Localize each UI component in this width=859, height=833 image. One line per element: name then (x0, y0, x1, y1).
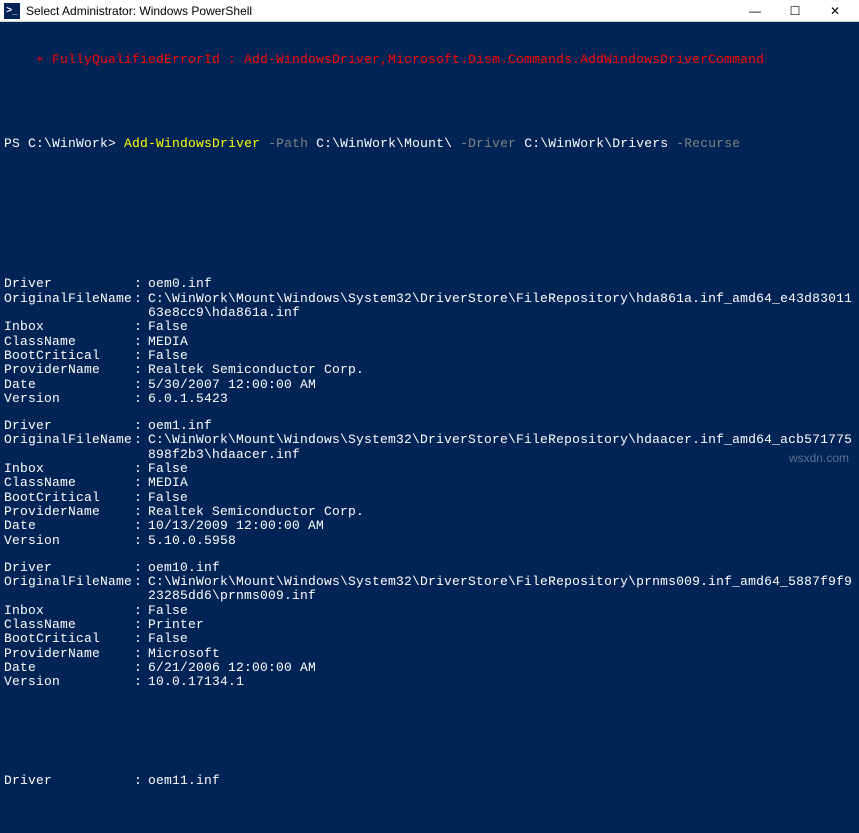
field-providername: ProviderName:Microsoft (4, 647, 855, 661)
field-key: ProviderName (4, 647, 134, 661)
field-val: False (148, 632, 855, 646)
field-val: 10/13/2009 12:00:00 AM (148, 519, 855, 533)
maximize-button[interactable]: ☐ (775, 1, 815, 21)
field-val: C:\WinWork\Mount\Windows\System32\Driver… (148, 433, 855, 462)
field-date: Date:6/21/2006 12:00:00 AM (4, 661, 855, 675)
field-val: 6.0.1.5423 (148, 392, 855, 406)
field-key: ClassName (4, 335, 134, 349)
field-key: Date (4, 661, 134, 675)
field-val: False (148, 349, 855, 363)
field-driver: Driver:oem10.inf (4, 561, 855, 575)
field-val: 10.0.17134.1 (148, 675, 855, 689)
field-key: Version (4, 534, 134, 548)
field-val: oem10.inf (148, 561, 855, 575)
field-key: Driver (4, 277, 134, 291)
field-version: Version:10.0.17134.1 (4, 675, 855, 689)
field-val: oem1.inf (148, 419, 855, 433)
field-val: oem11.inf (148, 774, 855, 788)
field-val: Printer (148, 618, 855, 632)
field-val: 5/30/2007 12:00:00 AM (148, 378, 855, 392)
param-flag-path: -Path (268, 136, 308, 151)
param-val-driver: C:\WinWork\Drivers (524, 136, 668, 151)
field-val: MEDIA (148, 476, 855, 490)
window-titlebar: >_ Select Administrator: Windows PowerSh… (0, 0, 859, 22)
field-originalfilename: OriginalFileName:C:\WinWork\Mount\Window… (4, 292, 855, 321)
driver-block: Driver:oem10.infOriginalFileName:C:\WinW… (4, 561, 855, 690)
field-inbox: Inbox:False (4, 462, 855, 476)
field-key: BootCritical (4, 632, 134, 646)
field-inbox: Inbox:False (4, 604, 855, 618)
prompt-path: PS C:\WinWork> (4, 136, 116, 151)
field-originalfilename: OriginalFileName:C:\WinWork\Mount\Window… (4, 433, 855, 462)
watermark-text: wsxdn.com (789, 451, 849, 465)
field-val: C:\WinWork\Mount\Windows\System32\Driver… (148, 292, 855, 321)
field-val: oem0.inf (148, 277, 855, 291)
field-bootcritical: BootCritical:False (4, 349, 855, 363)
field-key: OriginalFileName (4, 575, 134, 604)
field-val: 6/21/2006 12:00:00 AM (148, 661, 855, 675)
field-val: False (148, 604, 855, 618)
field-driver: Driver:oem0.inf (4, 277, 855, 291)
param-flag-driver: -Driver (460, 136, 516, 151)
window-controls: — ☐ ✕ (735, 1, 855, 21)
field-key: ClassName (4, 618, 134, 632)
field-key: Inbox (4, 604, 134, 618)
field-providername: ProviderName:Realtek Semiconductor Corp. (4, 505, 855, 519)
field-version: Version:5.10.0.5958 (4, 534, 855, 548)
field-classname: ClassName:MEDIA (4, 476, 855, 490)
driver-block: Driver:oem0.infOriginalFileName:C:\WinWo… (4, 277, 855, 406)
driver-block: Driver:oem1.infOriginalFileName:C:\WinWo… (4, 419, 855, 548)
field-key: Date (4, 378, 134, 392)
field-providername: ProviderName:Realtek Semiconductor Corp. (4, 363, 855, 377)
cmdlet-name: Add-WindowsDriver (124, 136, 260, 151)
field-key: ProviderName (4, 505, 134, 519)
field-val: C:\WinWork\Mount\Windows\System32\Driver… (148, 575, 855, 604)
driver-block: Driver:oem11.inf (4, 745, 855, 816)
param-flag-recurse: -Recurse (676, 136, 740, 151)
terminal-output[interactable]: + FullyQualifiedErrorId : Add-WindowsDri… (0, 22, 859, 833)
field-key: Version (4, 675, 134, 689)
field-key: Driver (4, 419, 134, 433)
powershell-icon: >_ (4, 3, 20, 19)
field-bootcritical: BootCritical:False (4, 491, 855, 505)
window-title: Select Administrator: Windows PowerShell (26, 4, 735, 18)
field-key: ClassName (4, 476, 134, 490)
field-val: 5.10.0.5958 (148, 534, 855, 548)
field-inbox: Inbox:False (4, 320, 855, 334)
field-classname: ClassName:Printer (4, 618, 855, 632)
field-val: False (148, 462, 855, 476)
field-bootcritical: BootCritical:False (4, 632, 855, 646)
field-originalfilename: OriginalFileName:C:\WinWork\Mount\Window… (4, 575, 855, 604)
field-key: OriginalFileName (4, 292, 134, 321)
field-val: Microsoft (148, 647, 855, 661)
field-version: Version:6.0.1.5423 (4, 392, 855, 406)
field-val: False (148, 320, 855, 334)
field-key: Driver (4, 774, 134, 788)
field-val: False (148, 491, 855, 505)
param-val-path: C:\WinWork\Mount\ (316, 136, 452, 151)
field-val: Realtek Semiconductor Corp. (148, 505, 855, 519)
minimize-button[interactable]: — (735, 1, 775, 21)
field-key: Inbox (4, 320, 134, 334)
field-key: Driver (4, 561, 134, 575)
field-driver: Driver:oem1.inf (4, 419, 855, 433)
field-driver: Driver:oem11.inf (4, 774, 855, 788)
field-val: MEDIA (148, 335, 855, 349)
error-line: + FullyQualifiedErrorId : Add-WindowsDri… (4, 53, 855, 67)
field-key: Inbox (4, 462, 134, 476)
field-key: ProviderName (4, 363, 134, 377)
command-line: PS C:\WinWork> Add-WindowsDriver -Path C… (4, 137, 855, 151)
field-val: Realtek Semiconductor Corp. (148, 363, 855, 377)
close-button[interactable]: ✕ (815, 1, 855, 21)
field-key: Version (4, 392, 134, 406)
field-key: BootCritical (4, 491, 134, 505)
field-key: OriginalFileName (4, 433, 134, 462)
field-date: Date:5/30/2007 12:00:00 AM (4, 378, 855, 392)
field-date: Date:10/13/2009 12:00:00 AM (4, 519, 855, 533)
field-key: BootCritical (4, 349, 134, 363)
field-classname: ClassName:MEDIA (4, 335, 855, 349)
field-key: Date (4, 519, 134, 533)
